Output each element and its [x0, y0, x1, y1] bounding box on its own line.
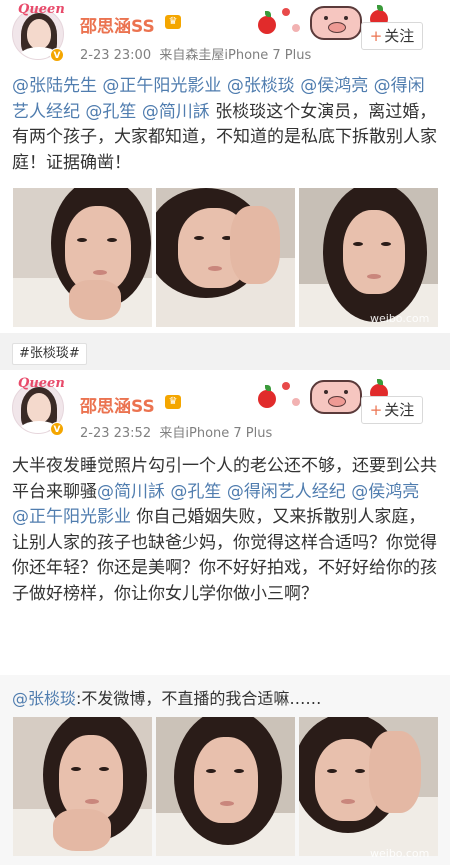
post-photo-2[interactable] — [156, 188, 295, 327]
follow-button[interactable]: + 关注 — [361, 396, 423, 424]
plus-icon: + — [369, 401, 383, 419]
weibo-post-1: Queen V 邵思涵SS ♛ 2-23 23:00 来自森圭屋iPhone 7… — [0, 0, 450, 333]
post-time: 2-23 23:00 — [80, 48, 152, 63]
username[interactable]: 邵思涵SS — [80, 392, 155, 417]
repost-photo-2[interactable] — [156, 717, 295, 856]
repost-content: :不发微博，不直播的我合适嘛…… — [76, 689, 322, 708]
member-crown-icon: ♛ — [165, 15, 181, 29]
topic-tag[interactable]: #张棪琰# — [12, 343, 87, 365]
mention-link[interactable]: @正午阳光影业 — [102, 76, 221, 96]
post-source[interactable]: 来自森圭屋iPhone 7 Plus — [159, 48, 311, 63]
mention-link[interactable]: @简川訸 — [97, 482, 165, 502]
weibo-post-2: Queen V 邵思涵SS ♛ 2-23 23:52 来自iPhone 7 Pl… — [0, 370, 450, 865]
plus-icon: + — [369, 27, 383, 45]
mention-link[interactable]: @得闲艺人经纪 — [227, 482, 346, 502]
mention-link[interactable]: @张棪琰 — [227, 76, 295, 96]
repost-line: @张棪琰:不发微博，不直播的我合适嘛…… — [12, 685, 321, 709]
mention-link[interactable]: @孔笙 — [170, 482, 221, 502]
username[interactable]: 邵思涵SS — [80, 12, 155, 37]
member-crown-icon: ♛ — [165, 395, 181, 409]
mention-link[interactable]: @侯鸿亮 — [351, 482, 419, 502]
follow-label: 关注 — [384, 401, 415, 419]
mention-link[interactable]: @张陆先生 — [12, 76, 97, 96]
follow-button[interactable]: + 关注 — [361, 22, 423, 50]
watermark: weibo.com — [370, 847, 430, 860]
post-text: @张陆先生 @正午阳光影业 @张棪琰 @侯鸿亮 @得闲艺人经纪 @孔笙 @简川訸… — [12, 74, 440, 176]
repost-box[interactable]: @张棪琰:不发微博，不直播的我合适嘛…… weibo.com — [0, 675, 450, 865]
mention-link[interactable]: @孔笙 — [85, 102, 136, 122]
mention-link[interactable]: @侯鸿亮 — [300, 76, 368, 96]
follow-label: 关注 — [384, 27, 415, 45]
repost-photo-1[interactable] — [13, 717, 152, 856]
repost-photo-3[interactable] — [299, 717, 438, 856]
post-meta: 2-23 23:00 来自森圭屋iPhone 7 Plus — [80, 44, 311, 63]
post-text: 大半夜发睡觉照片勾引一个人的老公还不够，还要到公共平台来聊骚@简川訸 @孔笙 @… — [12, 454, 440, 607]
verified-badge-icon: V — [50, 422, 64, 436]
avatar-frame-label: Queen — [18, 376, 65, 391]
repost-user[interactable]: @张棪琰 — [12, 689, 76, 708]
mention-link[interactable]: @正午阳光影业 — [12, 507, 131, 527]
post-meta: 2-23 23:52 来自iPhone 7 Plus — [80, 422, 272, 441]
avatar-frame-label: Queen — [18, 2, 65, 17]
post-photo-3[interactable] — [299, 188, 438, 327]
verified-badge-icon: V — [50, 48, 64, 62]
post-time: 2-23 23:52 — [80, 426, 152, 441]
watermark: weibo.com — [370, 312, 430, 325]
post-photo-1[interactable] — [13, 188, 152, 327]
mention-link[interactable]: @简川訸 — [142, 102, 210, 122]
post-source[interactable]: 来自iPhone 7 Plus — [159, 426, 272, 441]
